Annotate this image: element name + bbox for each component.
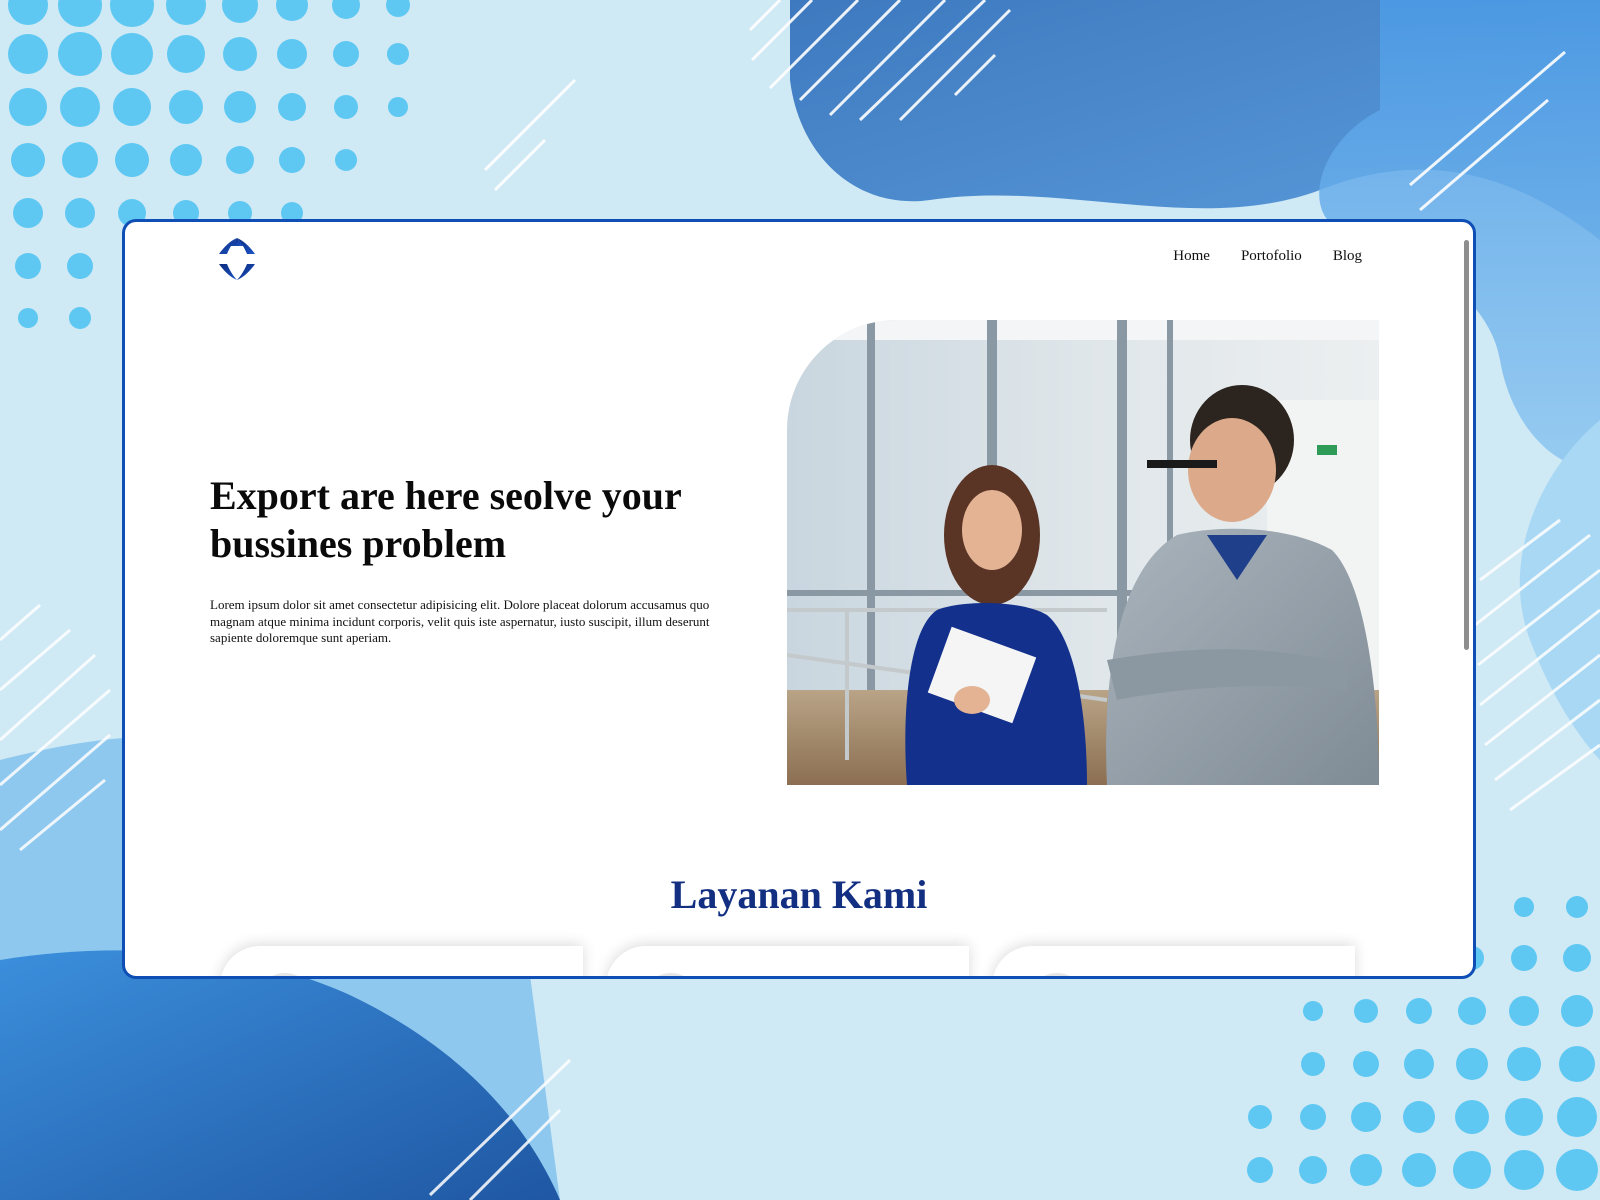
service-card[interactable]	[606, 946, 969, 976]
hero-description: Lorem ipsum dolor sit amet consectetur a…	[210, 597, 710, 645]
service-icon-placeholder	[642, 973, 700, 976]
services-section-title: Layanan Kami	[670, 872, 928, 917]
nav-link-home[interactable]: Home	[1173, 248, 1210, 265]
service-icon-placeholder	[1028, 973, 1086, 976]
nav-link-portfolio[interactable]: Portofolio	[1241, 248, 1302, 265]
service-card[interactable]	[220, 946, 583, 976]
service-icon-placeholder	[256, 973, 314, 976]
nav-link-blog[interactable]: Blog	[1333, 248, 1362, 265]
main-navigation: Home Portofolio Blog	[1173, 248, 1362, 265]
service-card[interactable]	[992, 946, 1355, 976]
page-scrollbar[interactable]	[1464, 240, 1469, 650]
hero-photo	[787, 320, 1379, 785]
website-preview-frame: Home Portofolio Blog Export are here seo…	[122, 219, 1476, 979]
logo-icon[interactable]	[214, 236, 260, 282]
hero-title: Export are here seolve your bussines pro…	[210, 473, 682, 566]
